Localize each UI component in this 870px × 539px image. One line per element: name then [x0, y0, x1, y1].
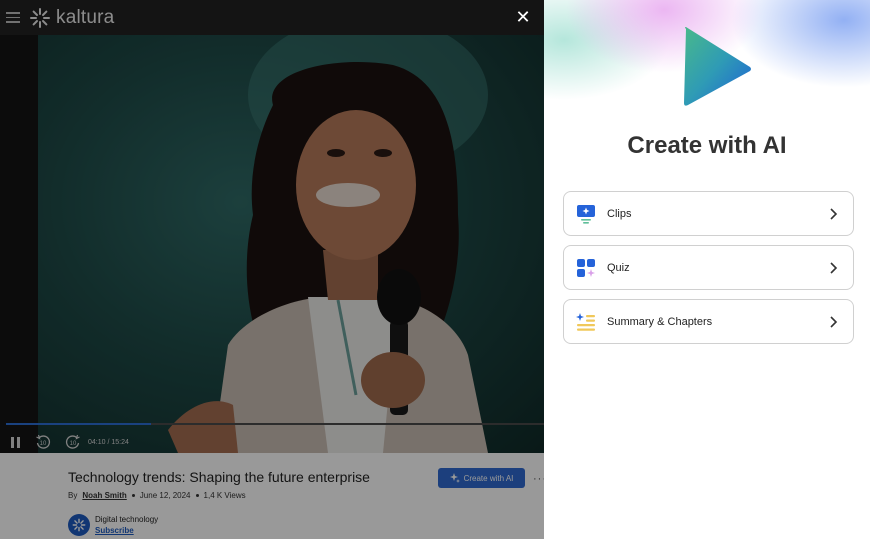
- video-page: kaltura 10 10 04:10 / 15:24 Technology t…: [0, 0, 544, 539]
- panel-title: Create with AI: [627, 132, 787, 159]
- option-quiz[interactable]: Quiz: [563, 245, 854, 290]
- option-clips-label: Clips: [607, 207, 632, 220]
- create-with-ai-panel: Create with AI Clips Quiz Summary & Chap…: [544, 0, 870, 539]
- option-summary-chapters[interactable]: Summary & Chapters: [563, 299, 854, 344]
- summary-icon: [576, 312, 596, 332]
- chevron-right-icon: [830, 208, 838, 220]
- option-summary-chapters-label: Summary & Chapters: [607, 315, 713, 328]
- play-logo-icon: [684, 27, 751, 106]
- app-root: kaltura 10 10 04:10 / 15:24 Technology t…: [0, 0, 870, 539]
- chevron-right-icon: [830, 316, 838, 328]
- chevron-right-icon: [830, 262, 838, 274]
- clips-icon: [576, 204, 596, 224]
- modal-backdrop[interactable]: [0, 0, 544, 539]
- option-clips[interactable]: Clips: [563, 191, 854, 236]
- option-quiz-label: Quiz: [607, 261, 630, 274]
- close-icon[interactable]: ✕: [515, 8, 531, 26]
- quiz-icon: [576, 258, 596, 278]
